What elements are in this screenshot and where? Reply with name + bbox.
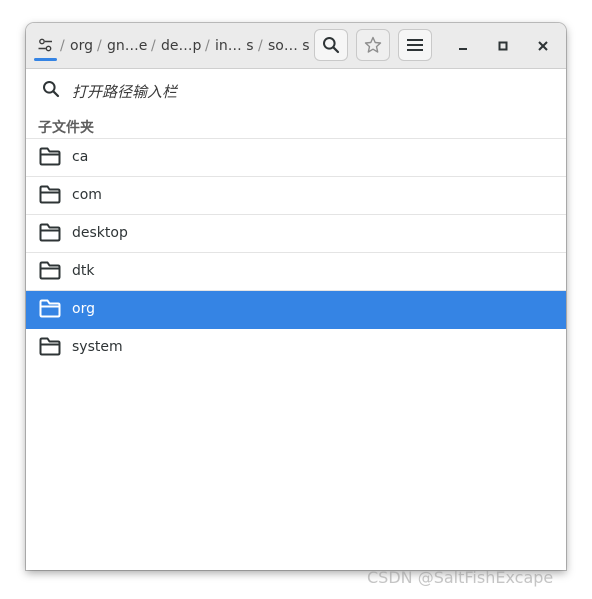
folder-list: ca com desktop dtk org system: [26, 138, 566, 366]
search-button[interactable]: [314, 29, 348, 61]
list-item-system[interactable]: system: [26, 329, 566, 366]
list-item-ca[interactable]: ca: [26, 139, 566, 177]
list-item-label: ca: [72, 149, 89, 165]
list-item-label: com: [72, 187, 102, 203]
search-icon: [43, 81, 60, 98]
path-crumb-interface[interactable]: in… s: [215, 37, 254, 55]
path-separator: /: [205, 38, 210, 54]
path-root-button[interactable]: [34, 33, 58, 61]
folder-icon: [39, 299, 61, 318]
list-item-label: org: [72, 301, 95, 317]
list-item-desktop[interactable]: desktop: [26, 215, 566, 253]
path-crumb-org[interactable]: org: [70, 37, 93, 55]
maximize-button[interactable]: [493, 36, 513, 56]
file-chooser-window: / org / gn…e / de…p / in… s / so… s 打开路径…: [26, 23, 566, 570]
list-item-dtk[interactable]: dtk: [26, 253, 566, 291]
close-icon: [538, 41, 548, 51]
folder-icon: [39, 185, 61, 204]
path-entry-row[interactable]: 打开路径输入栏: [26, 69, 566, 111]
section-title: 子文件夹: [38, 120, 94, 136]
headerbar: / org / gn…e / de…p / in… s / so… s: [26, 23, 566, 69]
path-separator: /: [258, 38, 263, 54]
menu-button[interactable]: [398, 29, 432, 61]
maximize-icon: [498, 41, 508, 51]
list-item-label: system: [72, 339, 123, 355]
folder-icon: [39, 223, 61, 242]
list-item-label: dtk: [72, 263, 95, 279]
path-separator: /: [97, 38, 102, 54]
list-item-org[interactable]: org: [26, 291, 566, 329]
active-crumb-indicator: [34, 58, 57, 61]
path-crumb-gnome[interactable]: gn…e: [107, 37, 147, 55]
watermark-text: CSDN @SaltFishExcape: [367, 568, 554, 587]
search-icon: [323, 37, 340, 54]
minimize-button[interactable]: [453, 36, 473, 56]
tune-icon: [38, 38, 52, 52]
folder-icon: [39, 147, 61, 166]
path-crumb-sound[interactable]: so… s: [268, 37, 310, 55]
close-button[interactable]: [533, 36, 553, 56]
folder-icon: [39, 337, 61, 356]
bookmark-button[interactable]: [356, 29, 390, 61]
star-icon: [364, 36, 382, 53]
path-entry-placeholder[interactable]: 打开路径输入栏: [72, 81, 177, 102]
path-separator: /: [151, 38, 156, 54]
hamburger-menu-icon: [407, 39, 423, 51]
path-separator: /: [60, 38, 65, 54]
minimize-icon: [459, 48, 467, 50]
list-item-label: desktop: [72, 225, 128, 241]
folder-icon: [39, 261, 61, 280]
path-crumb-desktop[interactable]: de…p: [161, 37, 201, 55]
list-item-com[interactable]: com: [26, 177, 566, 215]
